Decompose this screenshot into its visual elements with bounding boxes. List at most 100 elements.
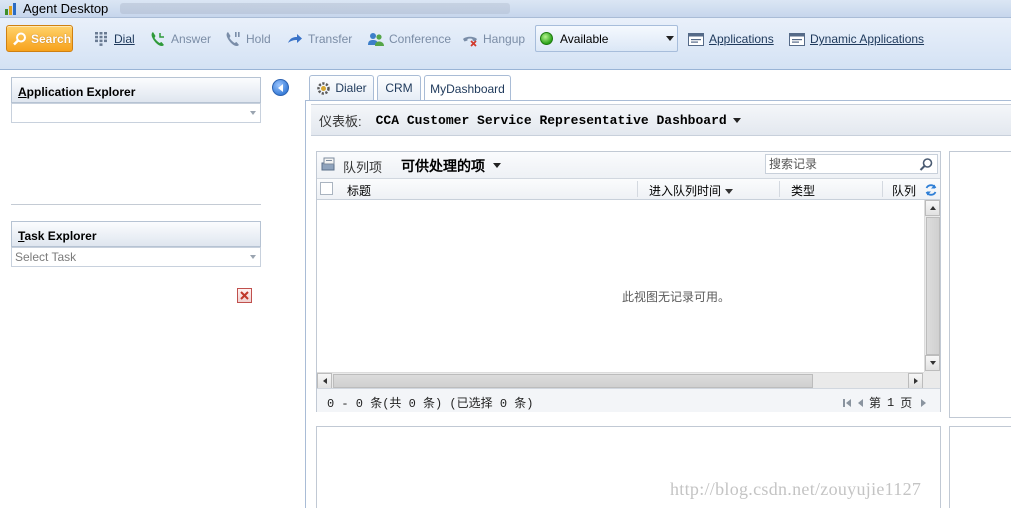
grid-body: 此视图无记录可用。: [317, 200, 924, 372]
first-page-icon[interactable]: [843, 398, 853, 408]
column-type[interactable]: 类型: [791, 182, 815, 199]
record-count: 0 - 0 条(共 0 条) (已选择 0 条): [327, 397, 534, 411]
phone-answer-icon: [150, 31, 166, 47]
view-selector[interactable]: 可供处理的项: [401, 156, 485, 176]
scroll-down-button[interactable]: [925, 355, 940, 371]
queue-grid: 队列项 可供处理的项 标题 进入队列时间 类型 队列 此视图无记录可用。 0 -…: [316, 151, 941, 412]
gear-icon: [317, 81, 331, 95]
select-all-checkbox[interactable]: [320, 182, 333, 195]
search-input[interactable]: [766, 155, 916, 173]
application-explorer-select[interactable]: [11, 103, 261, 123]
keypad-icon: [93, 31, 109, 47]
grid-toolbar: 队列项 可供处理的项: [317, 152, 940, 179]
dashboard-panel-right-top: [949, 151, 1011, 418]
hold-label: Hold: [246, 32, 271, 46]
answer-label: Answer: [171, 32, 212, 46]
toolbar: Search Dial Answer Hold Transfer Confere…: [0, 18, 1011, 70]
scroll-right-button[interactable]: [908, 373, 923, 389]
scroll-corner: [924, 372, 940, 388]
column-enter-queue-time-label: 进入队列时间: [649, 184, 722, 198]
search-button-label: Search: [31, 31, 72, 46]
page-number: 1: [887, 395, 895, 410]
close-icon: [240, 291, 249, 300]
column-separator: [882, 181, 883, 197]
application-explorer-header: Application Explorer: [11, 77, 261, 103]
column-enter-queue-time[interactable]: 进入队列时间: [649, 182, 734, 199]
vertical-scroll-thumb[interactable]: [926, 217, 940, 355]
title-blur: [120, 3, 510, 14]
task-explorer-header: Task Explorer: [11, 221, 261, 247]
task-select[interactable]: Select Task: [11, 247, 261, 267]
vertical-scrollbar[interactable]: [924, 200, 940, 372]
page-label-prefix: 第: [869, 396, 882, 410]
conference-button[interactable]: Conference: [368, 28, 451, 50]
applications-icon: [688, 31, 704, 47]
scroll-left-button[interactable]: [317, 373, 332, 389]
collapse-left-panel-button[interactable]: [272, 79, 289, 96]
agent-status-value: Available: [560, 31, 609, 46]
empty-view-message: 此视图无记录可用。: [622, 290, 731, 304]
tab-mydashboard[interactable]: MyDashboard: [424, 75, 511, 101]
dynamic-applications-button[interactable]: Dynamic Applications: [789, 28, 924, 50]
dynamic-applications-label: Dynamic Applications: [810, 32, 925, 46]
dashboard-selector[interactable]: CCA Customer Service Representative Dash…: [376, 113, 727, 128]
chevron-down-icon[interactable]: [493, 163, 501, 168]
title-bar: Agent Desktop: [0, 0, 1011, 18]
transfer-button[interactable]: Transfer: [287, 28, 352, 50]
tab-dialer-label: Dialer: [335, 81, 367, 95]
tab-crm-label: CRM: [385, 81, 413, 95]
dashboard-label: 仪表板:: [319, 113, 362, 129]
search-icon: [13, 32, 26, 45]
chevron-down-icon: [666, 36, 674, 41]
previous-page-icon[interactable]: [856, 398, 866, 408]
watermark: http://blog.csdn.net/zouyujie1127: [670, 479, 922, 499]
dashboard-panel-right-bottom: [949, 426, 1011, 508]
tab-crm[interactable]: CRM: [377, 75, 421, 100]
horizontal-scroll-thumb[interactable]: [333, 374, 813, 388]
left-panel: Application Explorer Task Explorer Selec…: [0, 70, 270, 508]
search-icon[interactable]: [919, 157, 934, 172]
application-explorer-access-key: A: [18, 85, 27, 99]
conference-icon: [368, 31, 384, 47]
queue-items-label: 队列项: [343, 160, 383, 175]
conference-label: Conference: [389, 32, 452, 46]
sort-descending-icon: [725, 189, 734, 195]
phone-hold-icon: [225, 31, 241, 47]
column-separator: [779, 181, 780, 197]
chevron-down-icon[interactable]: [732, 117, 741, 123]
page-label-suffix: 页: [900, 396, 913, 410]
next-page-icon[interactable]: [918, 398, 928, 408]
record-search: [765, 154, 938, 174]
dial-button[interactable]: Dial: [93, 28, 135, 50]
agent-status-select[interactable]: Available: [535, 25, 678, 52]
tab-mydashboard-label: MyDashboard: [430, 81, 505, 96]
hold-button[interactable]: Hold: [225, 28, 271, 50]
transfer-arrow-icon: [287, 31, 303, 47]
horizontal-scrollbar[interactable]: [317, 372, 924, 389]
tab-strip-line: [306, 100, 1011, 101]
dashboard-header: 仪表板: CCA Customer Service Representative…: [311, 104, 1011, 136]
dynamic-applications-icon: [789, 31, 805, 47]
divider: [11, 204, 261, 205]
column-title[interactable]: 标题: [347, 182, 371, 199]
scroll-up-button[interactable]: [925, 200, 940, 216]
queue-icon: [321, 157, 335, 171]
applications-button[interactable]: Applications: [688, 28, 774, 50]
hangup-button[interactable]: Hangup: [462, 28, 525, 50]
available-status-icon: [540, 32, 553, 45]
close-task-button[interactable]: [237, 288, 252, 303]
refresh-icon[interactable]: [924, 183, 938, 197]
task-select-placeholder: Select Task: [15, 250, 77, 264]
tab-dialer[interactable]: Dialer: [309, 75, 374, 100]
answer-button[interactable]: Answer: [150, 28, 211, 50]
hangup-label: Hangup: [483, 32, 526, 46]
applications-label: Applications: [709, 32, 774, 46]
content-border: [305, 100, 306, 508]
search-button[interactable]: Search: [6, 25, 73, 52]
grid-column-header: 标题 进入队列时间 类型 队列: [317, 179, 940, 200]
column-queue[interactable]: 队列: [892, 182, 916, 199]
window-title: Agent Desktop: [23, 1, 109, 16]
task-explorer-title: ask Explorer: [24, 229, 97, 243]
pager: 第 1 页: [843, 394, 931, 411]
application-explorer-title: pplication Explorer: [26, 85, 136, 99]
